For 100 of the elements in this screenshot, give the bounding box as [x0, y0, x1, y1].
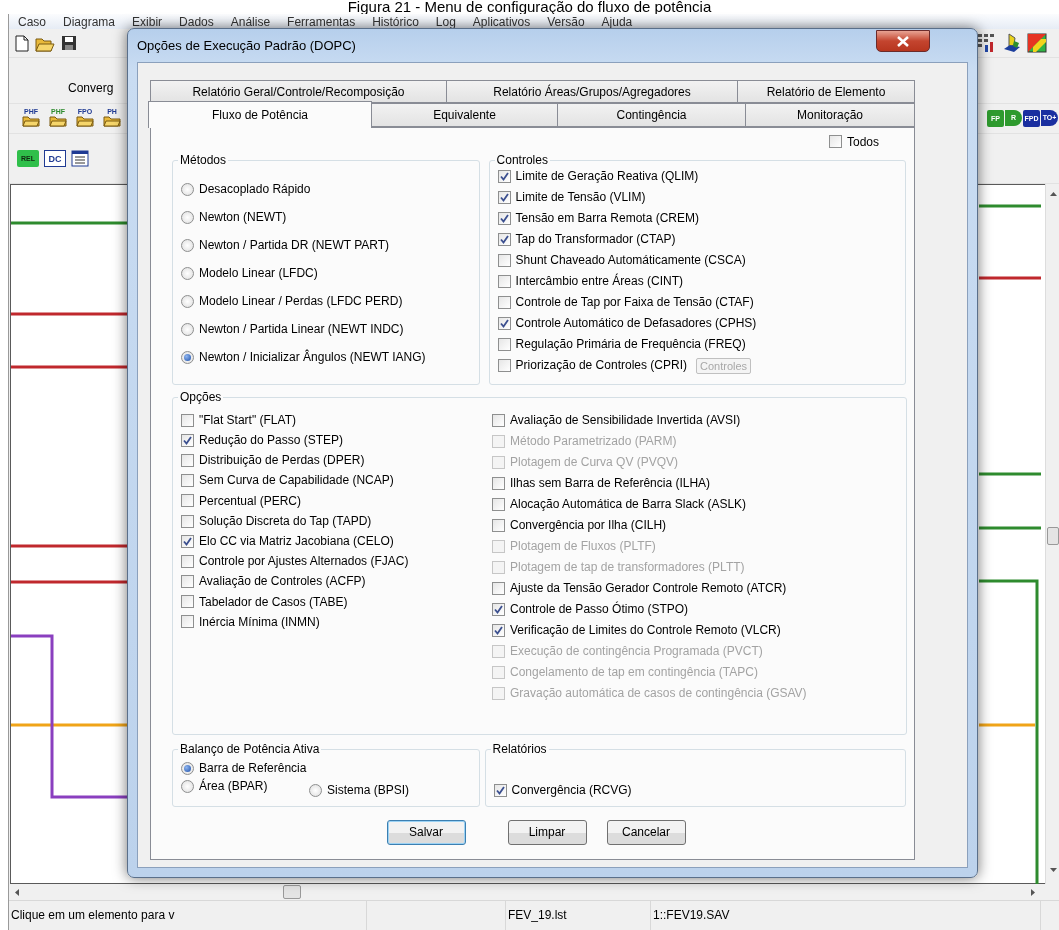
checkbox[interactable]	[497, 254, 511, 267]
checkbox-label: Inércia Mínima (INMN)	[199, 614, 320, 630]
radio-label: Newton / Partida Linear (NEWT INDC)	[199, 321, 404, 337]
checkbox[interactable]	[492, 624, 505, 637]
connection-line[interactable]	[979, 579, 1039, 884]
menu-item[interactable]: Caso	[18, 14, 46, 29]
map-shape-icon[interactable]	[1003, 33, 1021, 53]
checkbox-label: Intercâmbio entre Áreas (CINT)	[515, 274, 683, 289]
dialog-button[interactable]: Cancelar	[606, 820, 686, 845]
radio-button[interactable]	[181, 322, 194, 336]
menu-item[interactable]: Ajuda	[601, 14, 633, 29]
checkbox[interactable]	[181, 494, 194, 508]
menu-item[interactable]: Aplicativos	[472, 14, 531, 29]
tab[interactable]: Relatório Geral/Controle/Recomposição	[150, 80, 447, 103]
checkbox[interactable]	[181, 433, 194, 447]
checkbox[interactable]	[828, 135, 842, 149]
new-file-icon[interactable]	[15, 34, 29, 52]
tab[interactable]: Relatório Áreas/Grupos/Agregadores	[447, 80, 738, 103]
toolbar-label[interactable]: Converg	[68, 80, 114, 95]
checkbox-label: Solução Discreta do Tap (TAPD)	[199, 513, 372, 529]
list-icon[interactable]	[71, 150, 89, 167]
bus-line[interactable]	[979, 472, 1041, 476]
checkbox[interactable]	[492, 477, 505, 490]
radio-button[interactable]	[181, 779, 194, 793]
scroll-right-icon[interactable]	[1031, 889, 1035, 896]
checkbox[interactable]	[181, 595, 194, 609]
checkbox[interactable]	[492, 582, 505, 595]
checkbox-label: Plotagem de tap de transformadores (PLTT)	[510, 560, 745, 575]
checkbox-label: Convergência (RCVG)	[511, 783, 632, 798]
scroll-thumb[interactable]	[1047, 527, 1059, 545]
menu-item[interactable]: Ferramentas	[287, 14, 356, 29]
tab[interactable]: Monitoração	[746, 103, 915, 127]
checkbox-label: Redução do Passo (STEP)	[199, 433, 344, 448]
checkbox[interactable]	[181, 615, 194, 629]
bus-line[interactable]	[979, 204, 1041, 208]
tab[interactable]: Contingência	[558, 103, 746, 127]
checkbox[interactable]	[181, 453, 194, 467]
radio-button[interactable]	[181, 294, 194, 308]
checkbox[interactable]	[181, 474, 194, 488]
checkbox[interactable]	[181, 514, 194, 528]
menu-item[interactable]: Histórico	[372, 14, 419, 29]
color-map-icon[interactable]	[1027, 33, 1047, 53]
bus-line[interactable]	[979, 526, 1041, 530]
group-title: Opções	[178, 390, 224, 404]
checkbox[interactable]	[497, 233, 511, 246]
dialog-button[interactable]: Salvar	[386, 820, 466, 845]
group-title: Controles	[494, 153, 550, 167]
checkbox[interactable]	[497, 359, 511, 372]
checkbox-label: Plotagem de Fluxos (PLTF)	[510, 539, 656, 554]
radio-label: Área (BPAR)	[199, 778, 268, 794]
dialog-button[interactable]: Limpar	[507, 820, 587, 845]
checkbox[interactable]	[181, 534, 194, 548]
checkbox[interactable]	[497, 170, 511, 183]
bus-line[interactable]	[979, 723, 1035, 727]
scroll-thumb[interactable]	[283, 885, 301, 899]
checkbox[interactable]	[497, 296, 511, 309]
scroll-down-icon[interactable]	[1050, 868, 1057, 872]
checkbox[interactable]	[497, 338, 511, 351]
menu-item[interactable]: Exibir	[132, 14, 163, 29]
radio-button[interactable]	[181, 210, 194, 224]
group-title: Relatórios	[490, 742, 549, 756]
radio-button[interactable]	[181, 182, 194, 196]
toolbar-button[interactable]: DC	[44, 150, 66, 167]
menu-item[interactable]: Análise	[230, 14, 271, 29]
radio-button[interactable]	[309, 783, 322, 797]
menu-item[interactable]: Dados	[179, 14, 214, 29]
tab[interactable]: Relatório de Elemento	[738, 80, 915, 103]
radio-button[interactable]	[181, 761, 194, 775]
checkbox[interactable]	[181, 554, 194, 568]
radio-button[interactable]	[181, 350, 194, 364]
checkbox[interactable]	[493, 784, 507, 797]
checkbox-label: Tabelador de Casos (TABE)	[199, 594, 348, 609]
scroll-left-icon[interactable]	[15, 889, 19, 896]
tab[interactable]: Fluxo de Potência	[148, 101, 372, 128]
group-title: Métodos	[178, 153, 229, 167]
radio-button[interactable]	[181, 238, 194, 252]
radio-button[interactable]	[181, 266, 194, 280]
vertical-scrollbar[interactable]	[1045, 184, 1059, 884]
scroll-up-icon[interactable]	[1050, 192, 1057, 196]
bus-line[interactable]	[979, 276, 1041, 280]
menu-item[interactable]: Diagrama	[63, 14, 116, 29]
close-button[interactable]	[876, 30, 930, 52]
checkbox[interactable]	[492, 498, 505, 511]
checkbox[interactable]	[497, 191, 511, 204]
checkbox-label: Todos	[846, 134, 879, 150]
checkbox[interactable]	[181, 575, 194, 589]
window-title: Opções de Execução Padrão (DOPC)	[137, 37, 356, 54]
checkbox[interactable]	[492, 603, 505, 616]
checkbox[interactable]	[497, 275, 511, 288]
checkbox[interactable]	[492, 414, 505, 427]
checkbox[interactable]	[181, 413, 194, 427]
save-icon[interactable]	[61, 35, 77, 51]
menu-item[interactable]: Versão	[547, 14, 585, 29]
checkbox-label: Convergência por Ilha (CILH)	[510, 518, 667, 533]
tab[interactable]: Equivalente	[372, 103, 558, 127]
checkbox[interactable]	[497, 212, 511, 225]
checkbox[interactable]	[492, 519, 505, 532]
checkbox-label: Priorização de Controles (CPRI)	[515, 358, 687, 373]
grid-chart-icon[interactable]	[977, 33, 997, 53]
checkbox[interactable]	[497, 317, 511, 330]
